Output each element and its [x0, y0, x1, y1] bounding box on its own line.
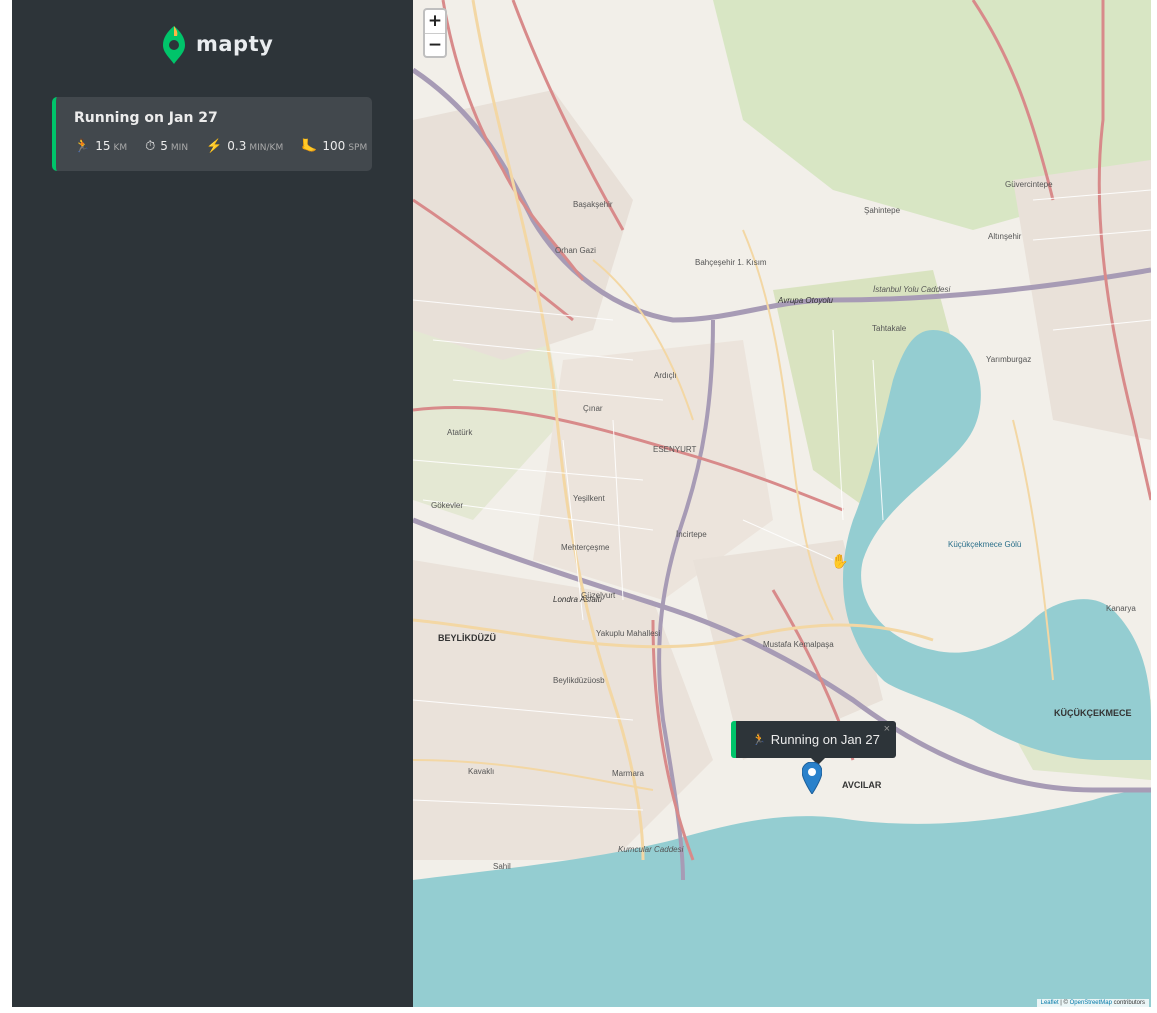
lightning-icon: ⚡ — [206, 138, 223, 153]
duration-unit: min — [170, 143, 189, 153]
workout-distance: 🏃 15 km — [74, 138, 127, 154]
osm-link[interactable]: OpenStreetMap — [1070, 1000, 1112, 1006]
cadence-value: 100 — [322, 139, 346, 153]
workout-marker-icon[interactable] — [802, 762, 822, 794]
map-label-sahintepe: Şahintepe — [864, 206, 901, 215]
pace-value: 0.3 — [227, 139, 247, 153]
popup-text: Running on Jan 27 — [770, 732, 880, 747]
runner-icon: 🏃 — [752, 734, 766, 746]
map-label-bahcesehir: Bahçeşehir 1. Kısım — [695, 258, 767, 267]
map-label-kumcular-caddesi: Kumcular Caddesi — [618, 845, 684, 854]
map-label-altinsehir: Altınşehir — [988, 232, 1022, 241]
window-frame: mapty Running on Jan 27 🏃 15 km ⏱ 5 min — [0, 0, 1157, 1013]
map-label-mehtercesme: Mehterçeşme — [561, 543, 610, 552]
zoom-out-button[interactable]: − — [425, 32, 445, 57]
map-label-kucukcekmece-golu: Küçükçekmece Gölü — [948, 540, 1022, 549]
zoom-in-button[interactable]: + — [425, 10, 445, 33]
app-name: mapty — [196, 32, 274, 56]
attribution-contributors: contributors — [1111, 1000, 1145, 1006]
map-label-beylikduzu-osb: Beylikdüzüosb — [553, 676, 605, 685]
map-tiles — [413, 0, 1151, 1007]
distance-unit: km — [113, 143, 128, 153]
map-label-guzelyurt: Güzelyurt — [581, 591, 616, 600]
map-label-yesilkent: Yeşilkent — [573, 494, 605, 503]
logo: mapty — [162, 24, 273, 64]
map-label-orhan-gazi: Orhan Gazi — [555, 246, 596, 255]
map-label-gokevler: Gökevler — [431, 501, 464, 510]
map-label-yarimburgaz: Yarımburgaz — [986, 355, 1032, 364]
map-label-kavakli: Kavaklı — [468, 767, 495, 776]
map[interactable]: ESENYURT BEYLİKDÜZÜ AVCILAR KÜÇÜKÇEKMECE… — [413, 0, 1151, 1007]
map-label-beylikduzu: BEYLİKDÜZÜ — [438, 633, 496, 643]
map-label-basaksehir: Başakşehir — [573, 200, 613, 209]
map-label-mustafa-kemalpasa: Mustafa Kemalpaşa — [763, 640, 834, 649]
popup-close-button[interactable]: × — [884, 723, 890, 735]
map-label-esenyurt: ESENYURT — [653, 445, 697, 454]
attribution-separator: | © — [1058, 1000, 1070, 1006]
grab-cursor-icon: ✋ — [831, 553, 849, 569]
map-label-guvercintepe: Güvercintepe — [1005, 180, 1053, 189]
sidebar: mapty Running on Jan 27 🏃 15 km ⏱ 5 min — [12, 0, 413, 1007]
app-container: mapty Running on Jan 27 🏃 15 km ⏱ 5 min — [12, 0, 1151, 1007]
workout-card[interactable]: Running on Jan 27 🏃 15 km ⏱ 5 min ⚡ 0.3 — [52, 97, 372, 171]
leaflet-link[interactable]: Leaflet — [1041, 1000, 1059, 1006]
footprint-icon: 🦶 — [301, 138, 318, 153]
map-label-incirtepe: İncirtepe — [676, 530, 707, 539]
map-attribution: Leaflet | © OpenStreetMap contributors — [1036, 999, 1149, 1007]
duration-value: 5 — [160, 139, 168, 153]
map-label-yakuplu: Yakuplu Mahallesi — [596, 629, 661, 638]
workout-duration: ⏱ 5 min — [145, 138, 188, 154]
map-label-kanarya: Kanarya — [1106, 604, 1136, 613]
map-label-sahil: Sahil — [493, 862, 511, 871]
cadence-unit: spm — [348, 143, 368, 153]
map-label-ardicli: Ardıçlı — [654, 371, 677, 380]
distance-value: 15 — [95, 139, 111, 153]
map-label-marmara: Marmara — [612, 769, 645, 778]
map-label-cinar: Çınar — [583, 404, 603, 413]
workout-pace: ⚡ 0.3 min/km — [206, 138, 283, 154]
workout-cadence: 🦶 100 spm — [301, 138, 367, 154]
map-label-ataturk: Atatürk — [447, 428, 473, 437]
workout-details: 🏃 15 km ⏱ 5 min ⚡ 0.3 min/km — [74, 138, 367, 154]
runner-icon: 🏃 — [74, 138, 91, 153]
map-label-kucukcekmece: KÜÇÜKÇEKMECE — [1054, 708, 1132, 718]
workout-title: Running on Jan 27 — [74, 110, 218, 126]
workout-popup[interactable]: 🏃 Running on Jan 27 × — [731, 721, 896, 765]
map-label-tahtakale: Tahtakale — [872, 324, 907, 333]
stopwatch-icon: ⏱ — [145, 138, 156, 153]
map-label-istanbul-yolu: İstanbul Yolu Caddesi — [873, 285, 951, 294]
pace-unit: min/km — [249, 143, 284, 153]
map-pin-logo-icon — [163, 26, 185, 64]
map-label-avcilar: AVCILAR — [842, 780, 882, 790]
map-label-avrupa-otoyolu: Avrupa Otoyolu — [778, 296, 833, 305]
zoom-control: + − — [423, 8, 447, 58]
